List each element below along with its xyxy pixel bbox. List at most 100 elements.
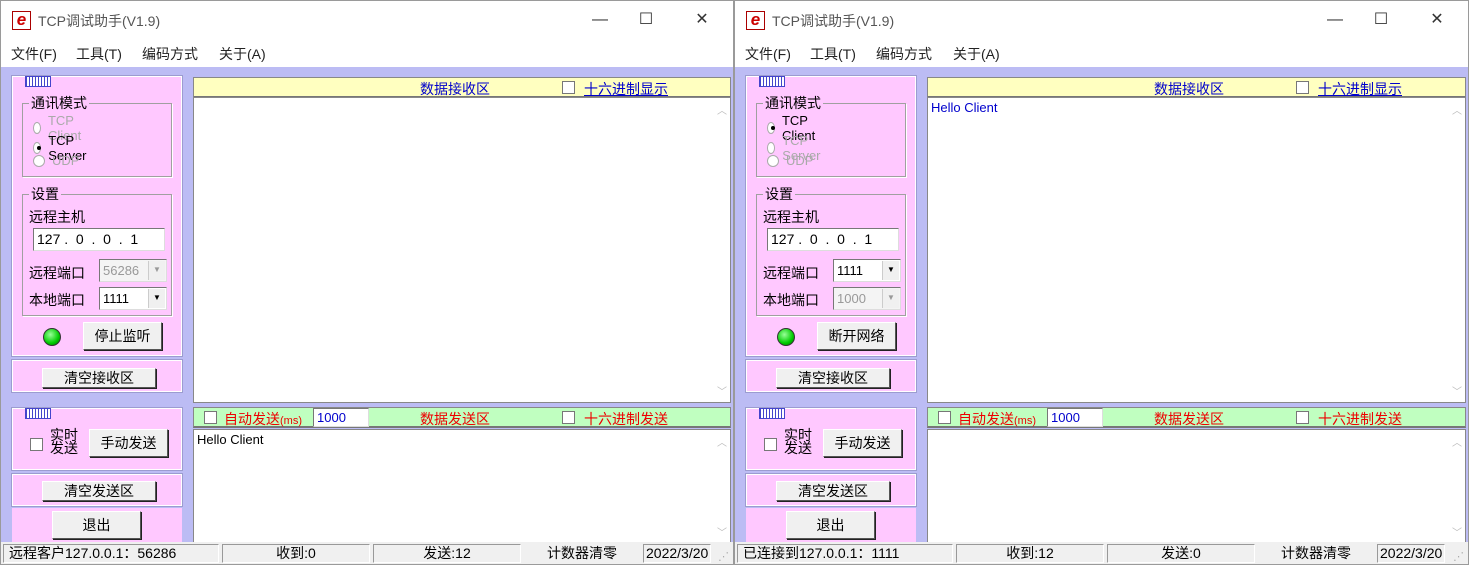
menu-encoding[interactable]: 编码方式 [876, 44, 932, 64]
exit-panel: 退出 [746, 508, 916, 544]
resize-grip-icon[interactable]: ⋰ [718, 550, 729, 563]
send-header: 自动发送(ms) 1000 数据发送区 十六进制发送 [193, 407, 731, 428]
menu-tools[interactable]: 工具(T) [76, 44, 122, 64]
auto-send-checkbox[interactable] [938, 411, 951, 424]
remote-port-combo[interactable]: 56286 ▼ [99, 259, 167, 282]
send-content: Hello Client [197, 432, 264, 447]
send-scrollbar[interactable]: ︿ ﹀ [713, 430, 730, 543]
auto-send-text: 自动发送 [958, 411, 1014, 427]
maximize-button[interactable]: ☐ [623, 5, 669, 35]
remote-host-input[interactable]: 127 . 0 . 0 . 1 [33, 228, 165, 251]
clear-recv-button[interactable]: 清空接收区 [42, 368, 156, 388]
remote-port-combo[interactable]: 1111 ▼ [833, 259, 901, 282]
reset-counter-button[interactable]: 计数器清零 [1258, 544, 1374, 563]
status-date: 2022/3/20 [1377, 544, 1445, 563]
send-scrollbar[interactable]: ︿ ﹀ [1448, 430, 1465, 543]
remote-host-label: 远程主机 [29, 209, 85, 225]
settings-label: 设置 [763, 184, 795, 204]
realtime-send-checkbox[interactable] [30, 438, 43, 451]
auto-send-label: 自动发送(ms) [224, 409, 302, 429]
hex-display-checkbox[interactable] [1296, 81, 1309, 94]
radio-udp[interactable]: UDP [33, 153, 79, 168]
listen-toggle-button[interactable]: 断开网络 [817, 322, 896, 350]
hex-send-checkbox[interactable] [562, 411, 575, 424]
auto-send-unit: (ms) [280, 415, 302, 427]
reset-counter-button[interactable]: 计数器清零 [524, 544, 640, 563]
menu-about[interactable]: 关于(A) [953, 44, 1000, 64]
remote-port-value: 56286 [103, 263, 140, 278]
menu-file[interactable]: 文件(F) [745, 44, 791, 64]
auto-send-checkbox[interactable] [204, 411, 217, 424]
minimize-button[interactable]: — [1312, 5, 1358, 35]
chevron-down-icon: ▼ [882, 289, 899, 308]
menu-tools[interactable]: 工具(T) [810, 44, 856, 64]
local-port-combo[interactable]: 1111 ▼ [99, 287, 167, 310]
title-bar: e TCP调试助手(V1.9) — ☐ ✕ [735, 1, 1468, 37]
scroll-down-icon: ﹀ [1452, 528, 1462, 539]
local-port-combo[interactable]: 1000 ▼ [833, 287, 901, 310]
clear-recv-button[interactable]: 清空接收区 [776, 368, 890, 388]
realtime-send-checkbox[interactable] [764, 438, 777, 451]
hex-send-label: 十六进制发送 [584, 411, 668, 427]
status-date: 2022/3/20 [643, 544, 711, 563]
send-textarea[interactable]: ︿ ﹀ [927, 429, 1466, 544]
clear-send-button[interactable]: 清空发送区 [776, 481, 890, 501]
scroll-up-icon: ︿ [1452, 106, 1462, 117]
menu-encoding[interactable]: 编码方式 [142, 44, 198, 64]
clear-recv-panel: 清空接收区 [745, 359, 917, 393]
recv-textarea[interactable]: ︿ ﹀ [193, 97, 731, 403]
scroll-down-icon: ﹀ [1452, 387, 1462, 398]
status-bar: 已连接到127.0.0.1：1111 收到:12 发送:0 计数器清零 2022… [735, 542, 1468, 564]
interval-input[interactable]: 1000 [313, 408, 369, 427]
recv-scrollbar[interactable]: ︿ ﹀ [713, 98, 730, 402]
clear-send-panel: 清空发送区 [11, 473, 183, 507]
menu-about[interactable]: 关于(A) [219, 44, 266, 64]
close-button[interactable]: ✕ [1414, 5, 1460, 35]
panel-grip-icon [25, 76, 51, 87]
comm-mode-label: 通讯模式 [29, 93, 89, 113]
recv-scrollbar[interactable]: ︿ ﹀ [1448, 98, 1465, 402]
client-area: 通讯模式 TCP Client TCP Server UDP 设置 远程主机 127… [735, 67, 1468, 544]
hex-send-checkbox[interactable] [1296, 411, 1309, 424]
auto-send-label: 自动发送(ms) [958, 409, 1036, 429]
minimize-button[interactable]: — [577, 5, 623, 35]
auto-send-text: 自动发送 [224, 411, 280, 427]
client-area: 通讯模式 TCP Client TCP Server UDP 设置 远程主机 127… [1, 67, 733, 544]
exit-button[interactable]: 退出 [786, 511, 875, 539]
local-port-label: 本地端口 [29, 292, 85, 308]
auto-send-unit: (ms) [1014, 415, 1036, 427]
resize-grip-icon[interactable]: ⋰ [1453, 550, 1464, 563]
recv-textarea[interactable]: Hello Client ︿ ﹀ [927, 97, 1466, 403]
radio-udp[interactable]: UDP [767, 153, 813, 168]
remote-host-input[interactable]: 127 . 0 . 0 . 1 [767, 228, 899, 251]
connection-status: 远程客户127.0.0.1：56286 [3, 544, 219, 563]
menu-bar: 文件(F) 工具(T) 编码方式 关于(A) [735, 39, 1468, 65]
panel-grip-icon [759, 408, 785, 419]
recv-header: 数据接收区 十六进制显示 [193, 77, 731, 98]
exit-button[interactable]: 退出 [52, 511, 141, 539]
hex-display-checkbox[interactable] [562, 81, 575, 94]
status-bar: 远程客户127.0.0.1：56286 收到:0 发送:12 计数器清零 202… [1, 542, 733, 564]
chevron-down-icon: ▼ [148, 289, 165, 308]
connection-status-led [777, 328, 795, 346]
local-port-label: 本地端口 [763, 292, 819, 308]
listen-toggle-button[interactable]: 停止监听 [83, 322, 162, 350]
manual-send-button[interactable]: 手动发送 [89, 429, 168, 457]
scroll-down-icon: ﹀ [717, 528, 727, 539]
menu-file[interactable]: 文件(F) [11, 44, 57, 64]
exit-panel: 退出 [12, 508, 182, 544]
send-title: 数据发送区 [420, 411, 490, 427]
radio-circle-icon [33, 154, 45, 167]
clear-recv-panel: 清空接收区 [11, 359, 183, 393]
title-bar: e TCP调试助手(V1.9) — ☐ ✕ [1, 1, 733, 37]
manual-send-button[interactable]: 手动发送 [823, 429, 902, 457]
hex-send-label: 十六进制发送 [1318, 411, 1402, 427]
local-port-value: 1000 [837, 291, 866, 306]
maximize-button[interactable]: ☐ [1358, 5, 1404, 35]
send-textarea[interactable]: Hello Client ︿ ﹀ [193, 429, 731, 544]
interval-input[interactable]: 1000 [1047, 408, 1103, 427]
radio-circle-icon [767, 154, 779, 167]
panel-grip-icon [25, 408, 51, 419]
clear-send-button[interactable]: 清空发送区 [42, 481, 156, 501]
close-button[interactable]: ✕ [679, 5, 725, 35]
